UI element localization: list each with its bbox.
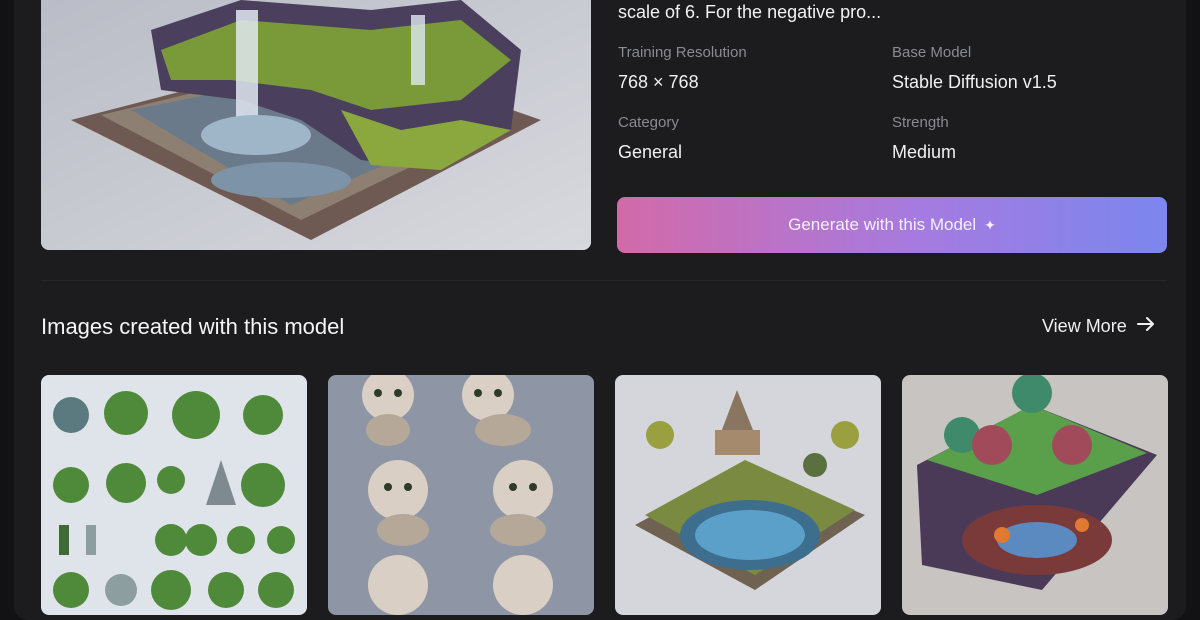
- sparkle-icon: ✦: [984, 216, 996, 233]
- gallery-title: Images created with this model: [41, 314, 345, 339]
- gallery-image-lava-cave[interactable]: [902, 375, 1168, 615]
- gallery-image-pixel-trees[interactable]: [41, 375, 307, 615]
- model-preview-image: [41, 0, 591, 250]
- strength-value: Medium: [892, 142, 957, 162]
- training-resolution-value: 768 × 768: [618, 72, 699, 92]
- view-more-label: View More: [1042, 316, 1127, 336]
- generate-with-model-button[interactable]: Generate with this Model ✦: [617, 197, 1167, 253]
- model-description: scale of 6. For the negative pro...: [618, 2, 882, 22]
- gallery-image-temple-island[interactable]: [615, 375, 881, 615]
- section-divider: [41, 280, 1167, 281]
- base-model-value: Stable Diffusion v1.5: [892, 72, 1057, 92]
- category-label: Category: [618, 114, 679, 131]
- generate-button-label: Generate with this Model: [788, 215, 977, 234]
- arrow-right-icon: [1136, 316, 1155, 337]
- training-resolution-label: Training Resolution: [618, 44, 747, 61]
- category-value: General: [618, 142, 683, 162]
- gallery-image-kittens[interactable]: [328, 375, 594, 615]
- view-more-link[interactable]: View More: [1042, 316, 1155, 337]
- base-model-label: Base Model: [892, 44, 972, 61]
- strength-label: Strength: [892, 114, 949, 131]
